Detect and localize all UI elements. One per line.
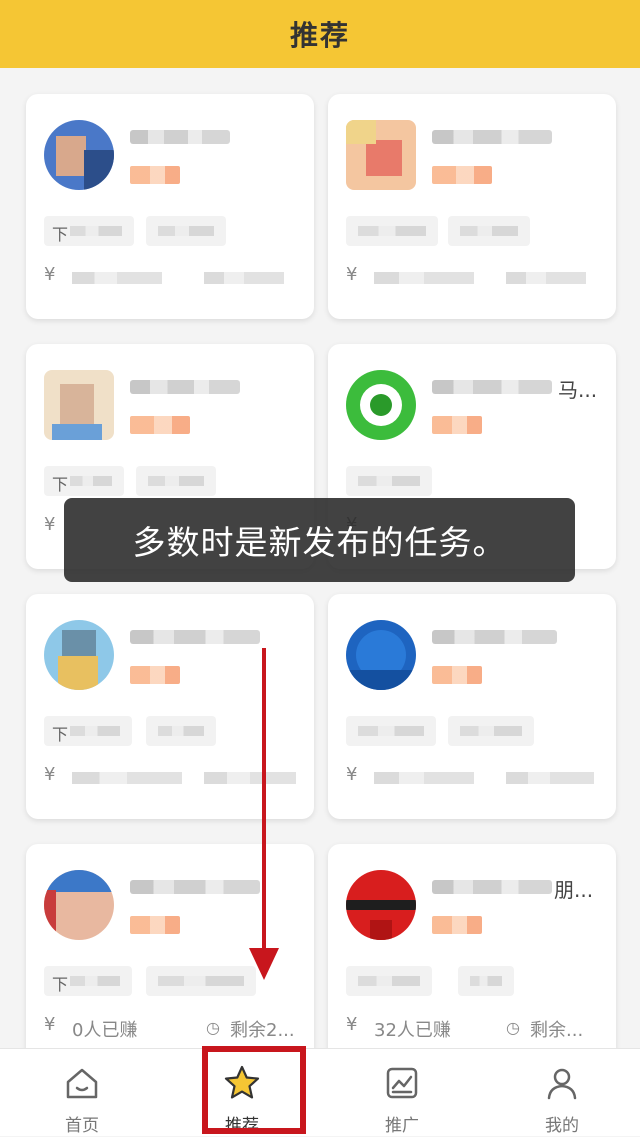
task-tag: 下 <box>44 716 132 746</box>
clock-icon: ◷ <box>206 1018 220 1037</box>
task-tag: 下 <box>44 216 134 246</box>
reward-price <box>130 166 180 184</box>
earned-count: 32人已赚 <box>374 1020 451 1041</box>
tab-home[interactable]: 首页 <box>2 1049 162 1137</box>
bottom-tab-bar: 首页 推荐 推广 我的 <box>0 1048 640 1136</box>
currency-icon: ¥ <box>346 1014 358 1035</box>
reward-price <box>432 416 482 434</box>
task-name-suffix: 马... <box>558 378 598 402</box>
task-tag <box>346 716 436 746</box>
task-tag: 下 <box>44 966 132 996</box>
currency-icon: ¥ <box>44 764 56 785</box>
avatar <box>44 120 114 190</box>
avatar <box>44 870 114 940</box>
tag-prefix: 下 <box>52 725 69 744</box>
task-stats: ¥ 0人已赚 ◷ 剩余2... <box>44 1012 296 1042</box>
task-tag <box>346 966 432 996</box>
task-stats: ¥ <box>44 262 296 292</box>
task-stats: ¥ <box>44 762 296 792</box>
app-header: 推荐 <box>0 0 640 68</box>
tab-promote[interactable]: 推广 <box>322 1049 482 1137</box>
reward-price <box>130 416 190 434</box>
task-stats: ¥ <box>346 262 598 292</box>
task-name <box>130 130 230 144</box>
task-card[interactable]: 下 ¥ 0人已赚 ◷ 剩余2... <box>26 844 314 1048</box>
chart-icon <box>386 1067 418 1099</box>
task-name <box>130 880 260 894</box>
avatar <box>44 370 114 440</box>
reward-price <box>130 666 180 684</box>
task-tag <box>346 466 432 496</box>
home-icon <box>66 1068 98 1099</box>
task-name <box>432 130 552 144</box>
task-tag <box>448 216 530 246</box>
tab-mine[interactable]: 我的 <box>482 1049 640 1137</box>
task-tag <box>458 966 514 996</box>
task-name <box>130 630 260 644</box>
tag-prefix: 下 <box>52 475 69 494</box>
currency-icon: ¥ <box>44 514 56 535</box>
currency-icon: ¥ <box>346 764 358 785</box>
task-stats: ¥ <box>346 762 598 792</box>
task-name-suffix: 朋... <box>554 878 594 902</box>
currency-icon: ¥ <box>346 264 358 285</box>
tab-label: 我的 <box>545 1116 579 1136</box>
tip-overlay: 多数时是新发布的任务。 <box>64 498 575 582</box>
task-name <box>432 380 552 394</box>
task-name <box>432 630 557 644</box>
tip-text: 多数时是新发布的任务。 <box>132 523 507 562</box>
annotation-arrow <box>262 648 266 950</box>
annotation-arrow-head <box>249 948 279 980</box>
remaining-count: 剩余2... <box>230 1020 295 1041</box>
reward-price <box>432 166 492 184</box>
earned-count: 0人已赚 <box>72 1020 138 1041</box>
task-tag <box>146 966 256 996</box>
tag-prefix: 下 <box>52 225 69 244</box>
tab-label: 推广 <box>385 1116 419 1136</box>
task-card[interactable]: ¥ <box>328 94 616 319</box>
task-card[interactable]: 下 ¥ <box>26 594 314 819</box>
avatar <box>346 120 416 190</box>
reward-price <box>432 666 482 684</box>
page-title: 推荐 <box>289 19 350 52</box>
currency-icon: ¥ <box>44 1014 56 1035</box>
task-tag <box>136 466 216 496</box>
avatar <box>44 620 114 690</box>
task-card[interactable]: 下 ¥ <box>26 94 314 319</box>
task-stats: ¥ 32人已赚 ◷ 剩余... <box>346 1012 598 1042</box>
task-card[interactable]: 朋... ¥ 32人已赚 ◷ 剩余... <box>328 844 616 1048</box>
avatar <box>346 870 416 940</box>
task-tag <box>146 216 226 246</box>
currency-icon: ¥ <box>44 264 56 285</box>
remaining-count: 剩余... <box>530 1020 584 1041</box>
clock-icon: ◷ <box>506 1018 520 1037</box>
task-tag <box>146 716 216 746</box>
task-card[interactable]: ¥ <box>328 594 616 819</box>
task-tag <box>448 716 534 746</box>
task-tag: 下 <box>44 466 124 496</box>
reward-price <box>130 916 180 934</box>
annotation-highlight-box <box>202 1046 306 1134</box>
avatar <box>346 620 416 690</box>
tag-prefix: 下 <box>52 975 69 994</box>
tab-label: 首页 <box>65 1116 99 1136</box>
task-name <box>130 380 240 394</box>
task-name <box>432 880 552 894</box>
avatar <box>346 370 416 440</box>
reward-price <box>432 916 482 934</box>
user-icon <box>547 1068 577 1100</box>
task-tag <box>346 216 438 246</box>
